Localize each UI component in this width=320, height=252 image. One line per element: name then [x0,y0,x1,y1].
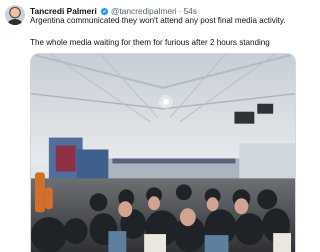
author-avatar[interactable] [5,5,25,25]
tweet-text-line-2: The whole media waiting for them for fur… [30,38,270,47]
tweet-text-line-1: Argentina communicated they won't attend… [30,16,286,25]
press-room-crowd-photo [31,54,295,252]
tweet[interactable]: Tancredi Palmeri @tancredipalmeri · 54s … [0,0,300,252]
tweet-media-photo[interactable] [30,53,296,252]
